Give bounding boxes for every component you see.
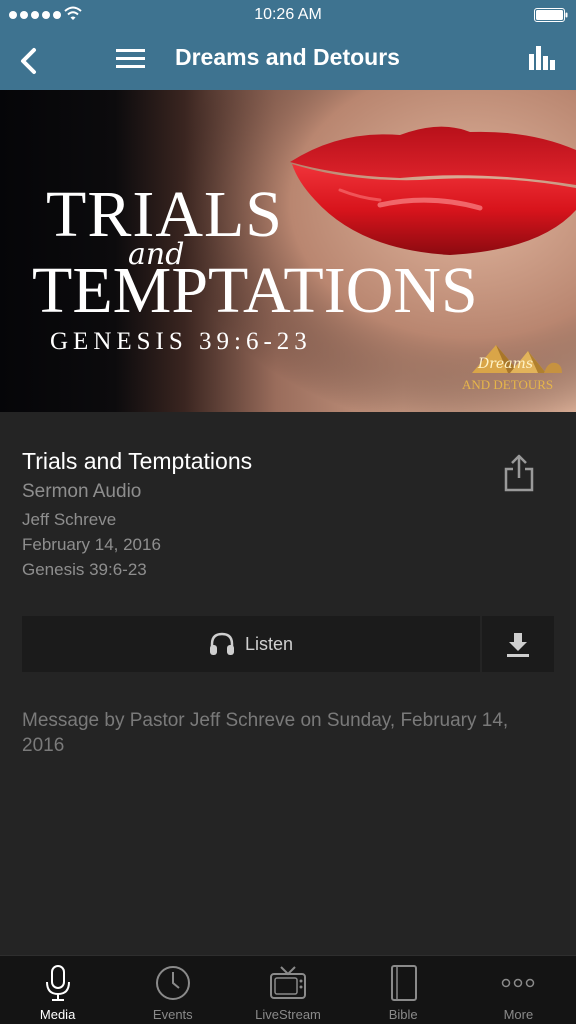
menu-button[interactable] <box>112 44 148 74</box>
page-title: Dreams and Detours <box>175 44 400 70</box>
listen-label: Listen <box>244 633 294 654</box>
sermon-date: February 14, 2016 <box>22 535 161 554</box>
tv-icon <box>270 966 306 999</box>
tab-more[interactable]: More <box>461 956 576 1024</box>
logo-detours-text: AND DETOURS <box>462 377 554 392</box>
stats-button[interactable] <box>526 42 558 76</box>
share-button[interactable] <box>500 452 538 494</box>
sermon-artwork: TRIALS and TEMPTATIONS GENESIS 39:6-23 D… <box>0 90 576 412</box>
microphone-icon <box>45 965 70 1001</box>
tab-bible[interactable]: Bible <box>346 956 461 1024</box>
logo-dreams-text: Dreams <box>478 356 534 372</box>
action-row: Listen <box>22 616 554 672</box>
sermon-title: Trials and Temptations <box>22 448 253 474</box>
tab-more-label: More <box>503 1007 534 1022</box>
download-icon <box>507 633 529 657</box>
status-time: 10:26 AM <box>254 6 322 23</box>
more-icon <box>502 978 535 988</box>
tab-media[interactable]: Media <box>0 956 115 1024</box>
download-button[interactable] <box>482 616 554 672</box>
tab-livestream[interactable]: LiveStream <box>230 956 345 1024</box>
back-button[interactable] <box>10 38 50 82</box>
artwork-reference: GENESIS 39:6-23 <box>50 328 312 355</box>
status-bar: 10:26 AM <box>0 0 576 30</box>
artwork-title-line2: TEMPTATIONS <box>32 254 478 327</box>
tab-media-label: Media <box>39 1007 76 1022</box>
tab-events[interactable]: Events <box>115 956 230 1024</box>
top-bar: 10:26 AM Dreams and Detours <box>0 0 576 90</box>
battery-icon <box>534 8 568 22</box>
tab-livestream-label: LiveStream <box>255 1007 321 1022</box>
nav-bar: Dreams and Detours <box>0 30 576 90</box>
sermon-speaker: Jeff Schreve <box>22 510 117 529</box>
sermon-description: Message by Pastor Jeff Schreve on Sunday… <box>22 710 509 756</box>
clock-icon <box>155 966 190 1000</box>
book-icon <box>391 965 418 1001</box>
listen-button[interactable]: Listen <box>22 616 480 672</box>
tab-events-label: Events <box>152 1007 193 1022</box>
sermon-type: Sermon Audio <box>22 481 142 502</box>
tab-bible-label: Bible <box>388 1007 418 1022</box>
tab-bar: Media Events LiveStream Bible More <box>0 955 576 1024</box>
sermon-scripture: Genesis 39:6-23 <box>22 560 147 579</box>
headphones-icon <box>209 632 234 655</box>
